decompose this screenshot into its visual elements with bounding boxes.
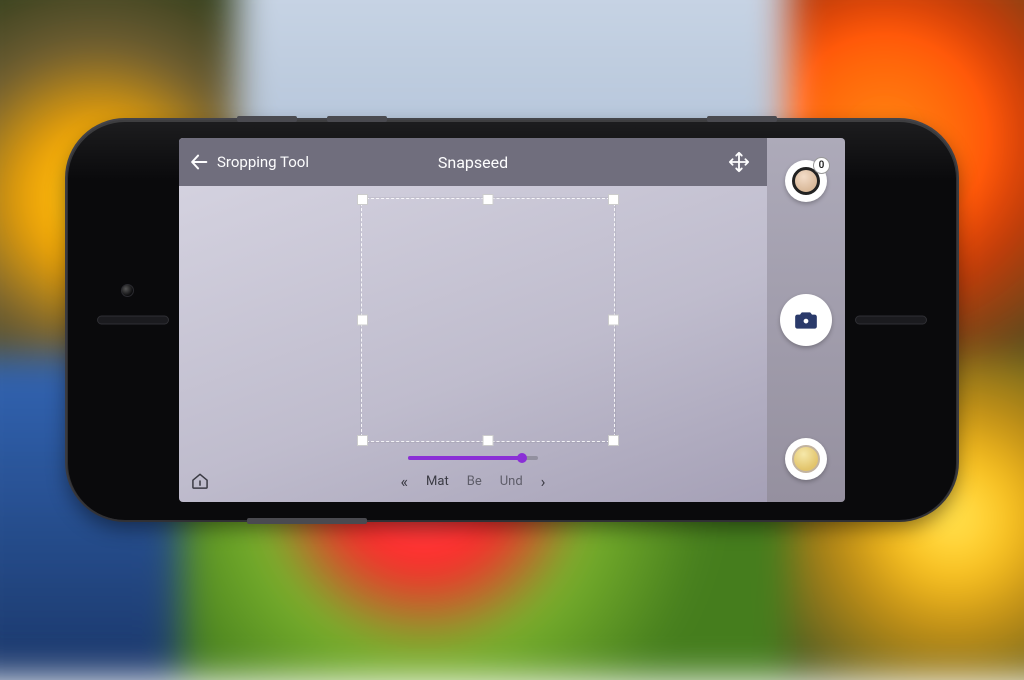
next-option-button[interactable]: › bbox=[541, 472, 546, 491]
canvas[interactable] bbox=[179, 186, 767, 460]
crop-handle-n[interactable] bbox=[483, 194, 494, 205]
user-avatar-button[interactable]: 0 bbox=[785, 160, 827, 202]
crop-handle-sw[interactable] bbox=[357, 435, 368, 446]
phone-device: Sropping Tool Snapseed bbox=[67, 120, 957, 520]
device-speaker bbox=[97, 316, 169, 325]
crop-handle-ne[interactable] bbox=[608, 194, 619, 205]
main-area: Sropping Tool Snapseed bbox=[179, 138, 767, 502]
phone-screen: Sropping Tool Snapseed bbox=[179, 138, 845, 502]
device-bottom-key bbox=[247, 518, 367, 524]
secondary-avatar-button[interactable] bbox=[785, 438, 827, 480]
device-front-camera bbox=[121, 284, 134, 297]
crop-handle-e[interactable] bbox=[608, 315, 619, 326]
crop-handle-nw[interactable] bbox=[357, 194, 368, 205]
tool-title: Sropping Tool bbox=[217, 153, 309, 171]
crop-handle-w[interactable] bbox=[357, 315, 368, 326]
aspect-options: « Mat Be Und › bbox=[401, 472, 546, 491]
slider-fill bbox=[408, 456, 522, 460]
home-icon bbox=[190, 471, 210, 491]
slider-thumb[interactable] bbox=[517, 453, 527, 463]
device-speaker bbox=[855, 316, 927, 325]
back-arrow-icon bbox=[188, 151, 210, 173]
right-rail: 0 bbox=[767, 138, 845, 502]
option-slider[interactable] bbox=[408, 456, 538, 460]
move-tool-button[interactable] bbox=[721, 144, 757, 180]
prev-option-button[interactable]: « bbox=[401, 472, 409, 491]
avatar-icon bbox=[792, 445, 820, 473]
avatar-badge: 0 bbox=[813, 157, 830, 174]
device-volume-key bbox=[237, 116, 297, 122]
move-icon bbox=[728, 151, 750, 173]
aspect-option[interactable]: Mat bbox=[426, 474, 449, 489]
home-button[interactable] bbox=[179, 460, 221, 502]
camera-button[interactable] bbox=[780, 294, 832, 346]
crop-handle-se[interactable] bbox=[608, 435, 619, 446]
app-title: Snapseed bbox=[438, 153, 508, 172]
device-volume-key bbox=[327, 116, 387, 122]
camera-icon bbox=[793, 307, 819, 333]
aspect-option[interactable]: Be bbox=[467, 474, 482, 489]
crop-box[interactable] bbox=[361, 198, 615, 442]
crop-handle-s[interactable] bbox=[483, 435, 494, 446]
aspect-option[interactable]: Und bbox=[500, 474, 523, 489]
bottom-bar: « Mat Be Und › bbox=[179, 460, 767, 502]
back-button[interactable] bbox=[179, 138, 219, 186]
device-power-key bbox=[707, 116, 777, 122]
titlebar: Sropping Tool Snapseed bbox=[179, 138, 767, 186]
